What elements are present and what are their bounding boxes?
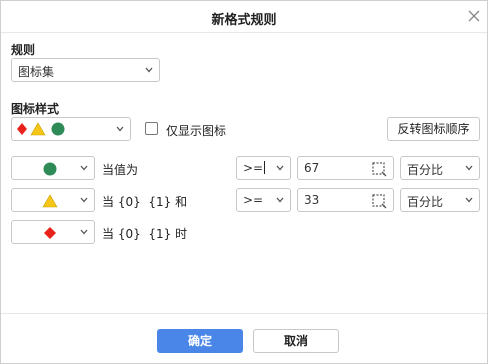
condition-1-operator-value: >= bbox=[243, 161, 266, 175]
condition-2-text: 当 {0} {1} 和 bbox=[102, 195, 188, 209]
rule-select[interactable]: 图标集 bbox=[11, 58, 160, 82]
chevron-down-icon bbox=[465, 197, 473, 203]
yellow-triangle-icon bbox=[42, 194, 58, 208]
icon-set-preview-icon bbox=[17, 122, 65, 136]
rule-label: 规则 bbox=[11, 43, 36, 57]
condition-1-value: 67 bbox=[304, 161, 320, 175]
chevron-down-icon bbox=[465, 165, 473, 171]
condition-1-icon-select[interactable] bbox=[11, 156, 95, 180]
icon-style-label: 图标样式 bbox=[11, 102, 60, 116]
range-picker-icon[interactable] bbox=[371, 193, 387, 209]
red-diamond-icon bbox=[44, 227, 56, 239]
text-cursor bbox=[264, 161, 266, 174]
condition-1-text: 当值为 bbox=[102, 163, 139, 177]
chevron-down-icon bbox=[276, 165, 284, 171]
condition-2-icon-select[interactable] bbox=[11, 188, 95, 212]
chevron-down-icon bbox=[276, 197, 284, 203]
condition-2-value: 33 bbox=[304, 193, 320, 207]
close-icon[interactable] bbox=[467, 9, 481, 23]
dialog-title: 新格式规则 bbox=[211, 13, 277, 28]
footer-divider bbox=[1, 313, 487, 314]
icon-style-select[interactable] bbox=[11, 117, 131, 141]
condition-2-operator-select[interactable]: >= bbox=[236, 188, 291, 212]
condition-2-operator-value: >= bbox=[243, 193, 264, 207]
show-icon-only-checkbox[interactable] bbox=[145, 122, 158, 135]
chevron-down-icon bbox=[145, 67, 153, 73]
title-divider bbox=[1, 32, 487, 33]
cancel-button[interactable]: 取消 bbox=[253, 329, 339, 353]
condition-2-type-select[interactable]: 百分比 bbox=[400, 188, 480, 212]
green-circle-icon bbox=[43, 162, 57, 176]
new-format-rule-dialog: 新格式规则 规则 图标集 图标样式 仅显示图标 反转图标顺序 当值为 >= 67 bbox=[0, 0, 488, 364]
chevron-down-icon bbox=[80, 197, 88, 203]
reverse-icon-order-button[interactable]: 反转图标顺序 bbox=[387, 117, 480, 141]
condition-1-type-select[interactable]: 百分比 bbox=[400, 156, 480, 180]
chevron-down-icon bbox=[80, 229, 88, 235]
condition-3-text: 当 {0} {1} 时 bbox=[102, 227, 188, 241]
condition-1-operator-select[interactable]: >= bbox=[236, 156, 291, 180]
condition-1-value-input[interactable]: 67 bbox=[297, 156, 394, 180]
rule-select-value: 图标集 bbox=[18, 65, 55, 79]
ok-button[interactable]: 确定 bbox=[157, 329, 243, 353]
condition-1-type-value: 百分比 bbox=[407, 163, 444, 177]
chevron-down-icon bbox=[80, 165, 88, 171]
condition-2-type-value: 百分比 bbox=[407, 195, 444, 209]
chevron-down-icon bbox=[116, 126, 124, 132]
range-picker-icon[interactable] bbox=[371, 161, 387, 177]
show-icon-only-label: 仅显示图标 bbox=[166, 124, 227, 138]
condition-3-icon-select[interactable] bbox=[11, 220, 95, 244]
condition-2-value-input[interactable]: 33 bbox=[297, 188, 394, 212]
